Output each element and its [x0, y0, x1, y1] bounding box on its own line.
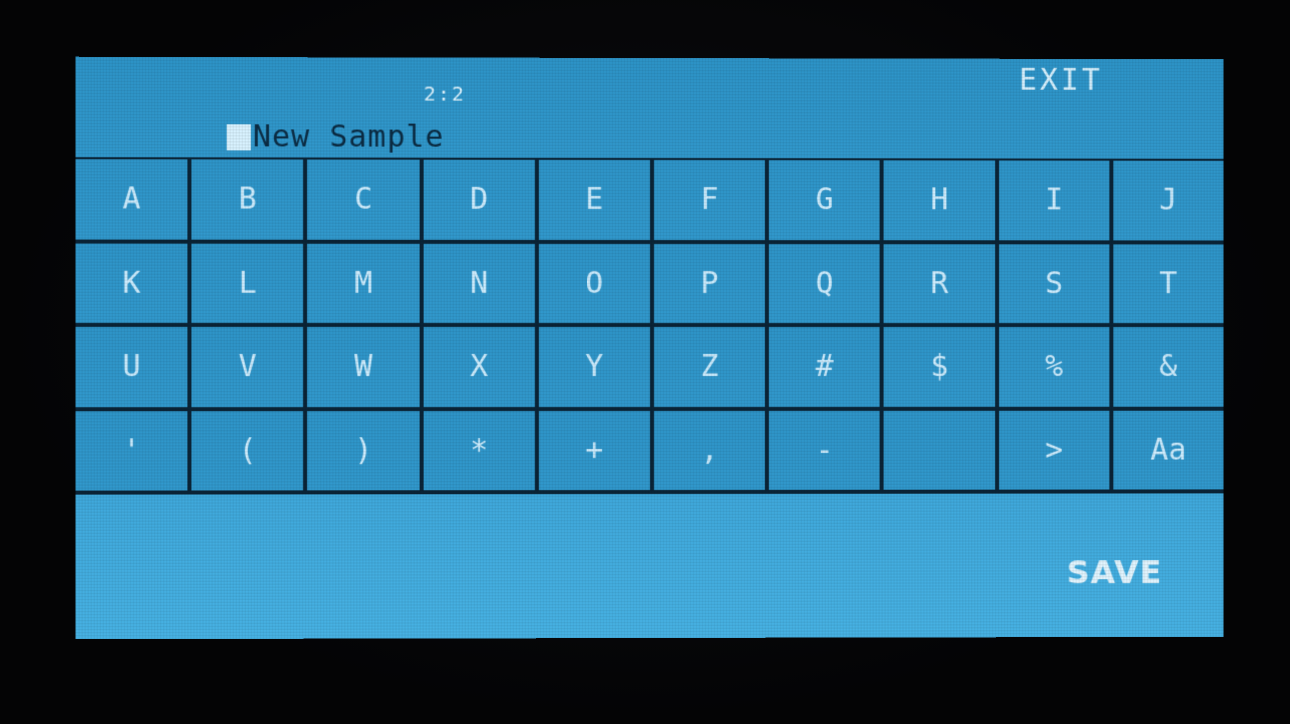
key-8[interactable]: I [998, 160, 1110, 240]
key-32[interactable]: ) [307, 410, 420, 491]
lcd-screen: 2:2 EXIT New Sample ABCDEFGHIJ KLMNOPQRST… [75, 56, 1224, 640]
key-26[interactable]: # [769, 327, 880, 407]
key-28[interactable]: % [998, 327, 1110, 407]
key-6[interactable]: G [769, 160, 880, 240]
key-25[interactable]: Z [653, 327, 766, 407]
key-15[interactable]: P [653, 243, 766, 324]
key-3[interactable]: D [423, 159, 535, 240]
key-13[interactable]: N [423, 243, 535, 323]
key-12[interactable]: M [307, 243, 420, 323]
exit-button[interactable]: EXIT [1019, 63, 1103, 98]
key-4[interactable]: E [538, 159, 650, 240]
key-20[interactable]: U [75, 326, 188, 407]
key-33[interactable]: * [423, 410, 535, 491]
key-16[interactable]: Q [769, 243, 880, 324]
footer: SAVE [76, 493, 1224, 639]
key-24[interactable]: Y [538, 326, 650, 407]
key-18[interactable]: S [998, 243, 1110, 324]
key-17[interactable]: R [883, 243, 995, 324]
key-9[interactable]: J [1113, 160, 1224, 240]
key-14[interactable]: O [538, 243, 650, 323]
header: 2:2 EXIT New Sample [76, 57, 1224, 159]
key-36[interactable]: - [769, 410, 880, 490]
key-1[interactable]: B [191, 159, 304, 240]
character-keyboard: A B C D E F G H I J K L M N O P Q R S T U V W X Y Z # $% & '() * +, - > A… [75, 157, 1224, 495]
name-input[interactable]: New Sample [226, 119, 445, 155]
case-toggle-key[interactable]: Aa [1113, 410, 1224, 490]
name-value: New Sample [252, 119, 445, 155]
key-0[interactable]: A [75, 159, 188, 240]
save-button[interactable]: SAVE [1067, 553, 1163, 591]
key-5[interactable]: F [653, 160, 766, 240]
text-cursor [226, 123, 251, 150]
key-27[interactable]: $ [883, 327, 995, 407]
key-34[interactable]: + [538, 410, 650, 491]
key-7[interactable]: H [883, 160, 995, 240]
key-29[interactable]: & [1113, 327, 1224, 407]
key-31[interactable]: ( [191, 410, 304, 491]
key-11[interactable]: L [191, 243, 304, 323]
space-key[interactable] [883, 410, 995, 490]
key-21[interactable]: V [191, 326, 304, 407]
key-19[interactable]: T [1113, 243, 1224, 324]
cursor-position: 2:2 [423, 81, 466, 106]
key-10[interactable]: K [75, 243, 188, 323]
key-38[interactable]: > [998, 410, 1110, 490]
key-30[interactable]: ' [75, 410, 188, 491]
key-22[interactable]: W [307, 326, 420, 407]
key-2[interactable]: C [307, 159, 420, 240]
key-35[interactable]: , [653, 410, 766, 490]
key-23[interactable]: X [423, 326, 535, 407]
